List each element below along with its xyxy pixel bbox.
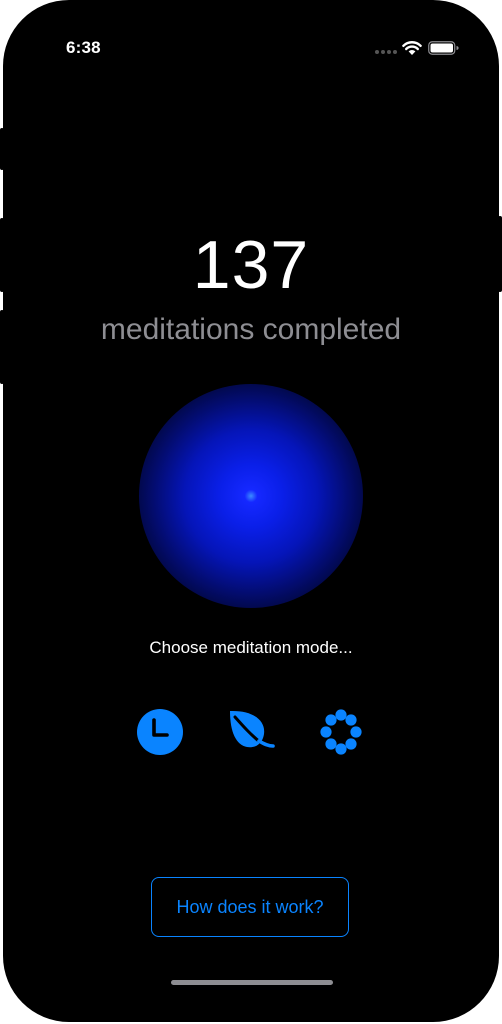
how-does-it-work-button[interactable]: How does it work?	[151, 877, 349, 937]
flower-mode-button[interactable]	[317, 708, 365, 756]
battery-icon	[428, 40, 460, 56]
device-frame: 6:38 137 meditations completed Choose me…	[0, 0, 502, 1024]
meditation-count-label: meditations completed	[100, 313, 402, 346]
nature-mode-button[interactable]	[227, 708, 275, 756]
home-indicator[interactable]	[171, 980, 333, 985]
clock-icon	[137, 709, 183, 755]
cellular-signal-icon	[375, 50, 397, 54]
breathing-orb	[139, 384, 363, 608]
mode-prompt: Choose meditation mode...	[149, 638, 353, 657]
app-screen: 6:38 137 meditations completed Choose me…	[3, 0, 499, 1022]
status-time: 6:38	[66, 38, 101, 57]
timer-mode-button[interactable]	[136, 708, 184, 756]
leaf-icon	[230, 710, 275, 748]
flower-icon	[320, 709, 362, 755]
meditation-count: 137	[192, 227, 310, 303]
status-bar: 6:38	[3, 0, 499, 96]
wifi-icon	[402, 40, 422, 56]
